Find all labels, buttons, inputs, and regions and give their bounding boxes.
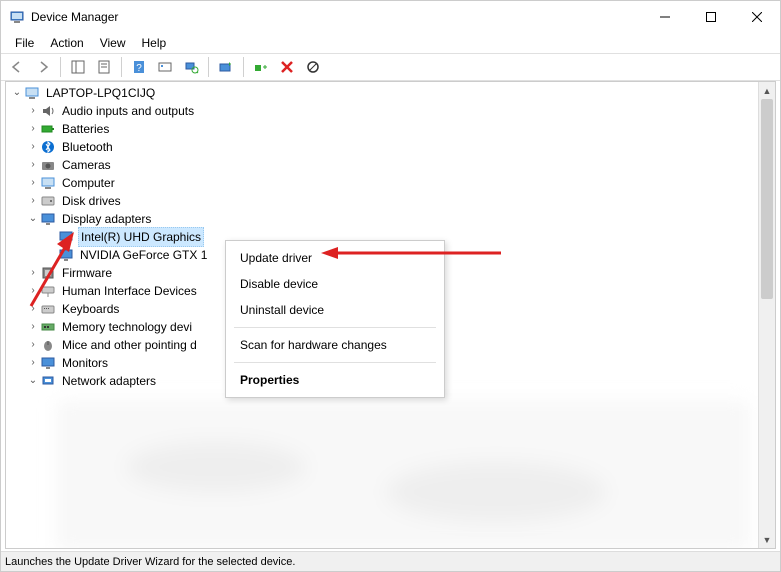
tree-item-bluetooth[interactable]: › Bluetooth xyxy=(6,138,775,156)
expand-icon[interactable]: › xyxy=(26,156,40,174)
toolbar-separator xyxy=(243,57,244,77)
camera-icon xyxy=(40,157,56,173)
show-hide-tree-button[interactable] xyxy=(66,55,90,79)
uninstall-device-button[interactable] xyxy=(275,55,299,79)
expand-icon[interactable]: › xyxy=(26,102,40,120)
tree-item-computer[interactable]: › Computer xyxy=(6,174,775,192)
expand-icon[interactable]: › xyxy=(26,138,40,156)
disk-icon xyxy=(40,193,56,209)
collapse-icon[interactable]: ⌄ xyxy=(10,84,24,102)
context-disable-device[interactable]: Disable device xyxy=(226,271,444,297)
monitor-icon xyxy=(40,355,56,371)
context-properties[interactable]: Properties xyxy=(226,367,444,393)
tree-item-cameras[interactable]: › Cameras xyxy=(6,156,775,174)
context-separator xyxy=(234,327,436,328)
collapse-icon[interactable]: ⌄ xyxy=(26,372,40,390)
expand-icon[interactable]: › xyxy=(26,282,40,300)
titlebar: Device Manager xyxy=(1,1,780,33)
battery-icon xyxy=(40,121,56,137)
back-button[interactable] xyxy=(5,55,29,79)
menu-file[interactable]: File xyxy=(7,34,42,52)
tree-root-label: LAPTOP-LPQ1CIJQ xyxy=(44,84,157,102)
bluetooth-icon xyxy=(40,139,56,155)
toolbar: ? xyxy=(1,53,780,81)
display-icon xyxy=(40,211,56,227)
context-separator xyxy=(234,362,436,363)
menu-view[interactable]: View xyxy=(92,34,134,52)
computer-icon xyxy=(24,85,40,101)
menubar: File Action View Help xyxy=(1,33,780,53)
tree-item-audio[interactable]: › Audio inputs and outputs xyxy=(6,102,775,120)
memory-icon xyxy=(40,319,56,335)
context-update-driver[interactable]: Update driver xyxy=(226,245,444,271)
expand-icon[interactable]: › xyxy=(26,264,40,282)
mouse-icon xyxy=(40,337,56,353)
scan-hardware-button[interactable] xyxy=(179,55,203,79)
audio-icon xyxy=(40,103,56,119)
vertical-scrollbar[interactable]: ▲ ▼ xyxy=(758,82,775,548)
context-uninstall-device[interactable]: Uninstall device xyxy=(226,297,444,323)
window-controls xyxy=(642,1,780,33)
action-button[interactable] xyxy=(153,55,177,79)
blurred-content xyxy=(386,462,606,522)
expand-icon[interactable]: › xyxy=(26,192,40,210)
computer-icon xyxy=(40,175,56,191)
status-text: Launches the Update Driver Wizard for th… xyxy=(5,556,295,568)
expand-icon[interactable]: › xyxy=(26,336,40,354)
device-manager-icon xyxy=(9,9,25,25)
minimize-button[interactable] xyxy=(642,1,688,33)
network-icon xyxy=(40,373,56,389)
properties-button[interactable] xyxy=(92,55,116,79)
window-title: Device Manager xyxy=(31,10,642,24)
expand-icon[interactable]: › xyxy=(26,354,40,372)
maximize-button[interactable] xyxy=(688,1,734,33)
hid-icon xyxy=(40,283,56,299)
tree-item-display[interactable]: ⌄ Display adapters xyxy=(6,210,775,228)
context-menu: Update driver Disable device Uninstall d… xyxy=(225,240,445,398)
firmware-icon xyxy=(40,265,56,281)
display-adapter-icon xyxy=(58,247,74,263)
tree-item-batteries[interactable]: › Batteries xyxy=(6,120,775,138)
expand-icon[interactable]: › xyxy=(26,174,40,192)
scroll-down-button[interactable]: ▼ xyxy=(759,531,775,548)
context-scan-hardware[interactable]: Scan for hardware changes xyxy=(226,332,444,358)
menu-help[interactable]: Help xyxy=(134,34,175,52)
update-driver-button[interactable] xyxy=(214,55,238,79)
tree-item-disk[interactable]: › Disk drives xyxy=(6,192,775,210)
expand-icon[interactable]: › xyxy=(26,318,40,336)
close-button[interactable] xyxy=(734,1,780,33)
display-adapter-icon xyxy=(58,229,74,245)
enable-device-button[interactable] xyxy=(249,55,273,79)
keyboard-icon xyxy=(40,301,56,317)
statusbar: Launches the Update Driver Wizard for th… xyxy=(1,551,780,571)
toolbar-separator xyxy=(60,57,61,77)
help-button[interactable]: ? xyxy=(127,55,151,79)
expand-icon[interactable]: › xyxy=(26,120,40,138)
toolbar-separator xyxy=(208,57,209,77)
scroll-thumb[interactable] xyxy=(761,99,773,299)
toolbar-separator xyxy=(121,57,122,77)
forward-button[interactable] xyxy=(31,55,55,79)
expand-icon[interactable]: › xyxy=(26,300,40,318)
scroll-up-button[interactable]: ▲ xyxy=(759,82,775,99)
blurred-content xyxy=(126,442,306,492)
tree-root[interactable]: ⌄ LAPTOP-LPQ1CIJQ xyxy=(6,84,775,102)
disable-device-button[interactable] xyxy=(301,55,325,79)
svg-text:?: ? xyxy=(136,63,142,74)
collapse-icon[interactable]: ⌄ xyxy=(26,210,40,228)
menu-action[interactable]: Action xyxy=(42,34,91,52)
